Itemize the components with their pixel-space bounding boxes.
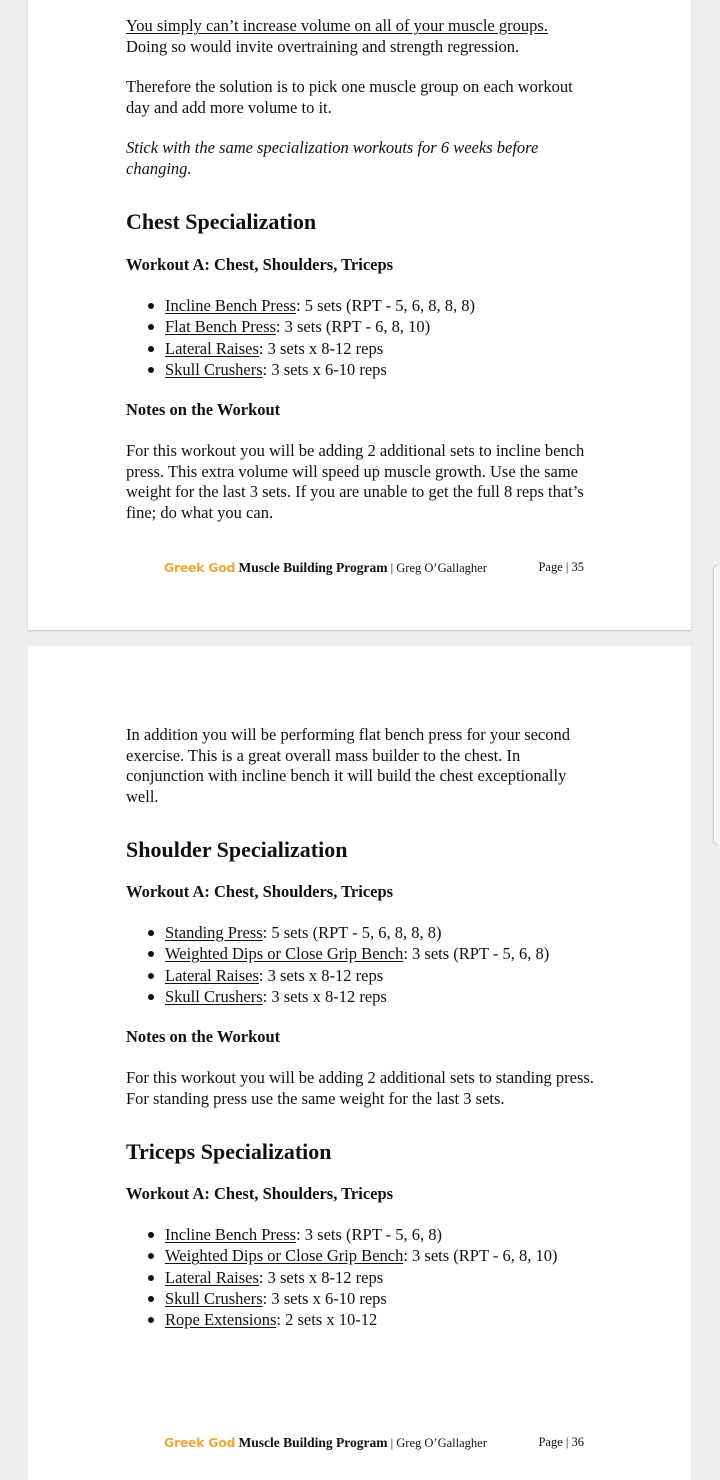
page-36-content: In addition you will be performing flat … — [126, 725, 596, 1331]
page-35-content: You simply can’t increase volume on all … — [126, 16, 596, 523]
list-item: Flat Bench Press: 3 sets (RPT - 6, 8, 10… — [126, 316, 596, 337]
chest-notes-paragraph: For this workout you will be adding 2 ad… — [126, 441, 585, 522]
exercise-link[interactable]: Skull Crushers — [165, 360, 263, 379]
list-item: Lateral Raises: 3 sets x 8-12 reps — [126, 965, 596, 986]
exercise-link[interactable]: Standing Press — [165, 923, 263, 942]
exercise-link[interactable]: Flat Bench Press — [165, 317, 276, 336]
triceps-section-title: Triceps Specialization — [126, 1139, 332, 1165]
exercise-link[interactable]: Incline Bench Press — [165, 1225, 296, 1244]
page-number: Page | 35 — [538, 560, 584, 574]
intro-paragraph: You simply can’t increase volume on all … — [126, 16, 596, 57]
shoulder-notes-paragraph: For this workout you will be adding 2 ad… — [126, 1068, 594, 1108]
document-page-36: In addition you will be performing flat … — [28, 646, 691, 1480]
author-name: | Greg O’Gallagher — [387, 561, 487, 575]
exercise-detail: : 3 sets (RPT - 6, 8, 10) — [403, 1246, 558, 1266]
document-page-35: You simply can’t increase volume on all … — [28, 0, 691, 630]
intro-underlined-text: You simply can’t increase volume on all … — [126, 16, 548, 35]
list-item: Lateral Raises: 3 sets x 8-12 reps — [126, 338, 596, 359]
list-item: Skull Crushers: 3 sets x 6-10 reps — [126, 359, 596, 380]
chest-section-title: Chest Specialization — [126, 209, 317, 234]
brand-logo-text: Greek God — [164, 560, 236, 575]
shoulder-notes-title: Notes on the Workout — [126, 1027, 281, 1047]
exercise-link[interactable]: Skull Crushers — [165, 987, 263, 1006]
exercise-link[interactable]: Lateral Raises — [165, 1268, 259, 1287]
list-item: Weighted Dips or Close Grip Bench: 3 set… — [126, 943, 596, 964]
exercise-detail: : 3 sets (RPT - 6, 8, 10) — [275, 317, 431, 337]
page-footer: Greek God Muscle Building Program | Greg… — [164, 1435, 584, 1451]
shoulder-section-title: Shoulder Specialization — [126, 837, 348, 862]
exercise-detail: : 3 sets (RPT - 5, 6, 8) — [403, 944, 550, 964]
fast-scroll-handle[interactable] — [714, 565, 720, 845]
exercise-link[interactable]: Weighted Dips or Close Grip Bench — [165, 944, 403, 963]
list-item: Incline Bench Press: 3 sets (RPT - 5, 6,… — [126, 1224, 596, 1245]
flat-bench-paragraph: In addition you will be performing flat … — [126, 725, 571, 806]
triceps-workout-title: Workout A: Chest, Shoulders, Triceps — [126, 1184, 394, 1204]
exercise-detail: : 3 sets (RPT - 5, 6, 8) — [296, 1225, 442, 1245]
list-item: Lateral Raises: 3 sets x 8-12 reps — [126, 1267, 596, 1288]
exercise-detail: : 3 sets x 8-12 reps — [258, 1267, 384, 1287]
exercise-detail: : 3 sets x 8-12 reps — [258, 338, 384, 358]
exercise-detail: : 2 sets x 10-12 — [276, 1310, 378, 1330]
brand-logo-text: Greek God — [164, 1435, 236, 1450]
exercise-detail: : 5 sets (RPT - 5, 6, 8, 8, 8) — [296, 296, 475, 315]
exercise-link[interactable]: Weighted Dips or Close Grip Bench — [165, 1246, 403, 1265]
stick-note-paragraph: Stick with the same specialization worko… — [126, 138, 539, 178]
exercise-detail: : 3 sets x 8-12 reps — [262, 986, 387, 1006]
program-title: Muscle Building Program — [238, 560, 388, 575]
exercise-detail: : 5 sets (RPT - 5, 6, 8, 8, 8) — [262, 923, 442, 942]
intro-rest-text: Doing so would invite overtraining and s… — [126, 36, 520, 56]
exercise-detail: : 3 sets x 6-10 reps — [262, 1289, 387, 1309]
exercise-link[interactable]: Rope Extensions — [165, 1310, 276, 1329]
shoulder-exercise-list: Standing Press: 5 sets (RPT - 5, 6, 8, 8… — [126, 922, 596, 1007]
page-footer: Greek God Muscle Building Program | Greg… — [164, 560, 584, 576]
shoulder-workout-title: Workout A: Chest, Shoulders, Triceps — [126, 882, 394, 901]
exercise-link[interactable]: Skull Crushers — [165, 1289, 263, 1308]
exercise-link[interactable]: Lateral Raises — [165, 966, 259, 985]
list-item: Incline Bench Press: 5 sets (RPT - 5, 6,… — [126, 295, 596, 316]
list-item: Skull Crushers: 3 sets x 8-12 reps — [126, 986, 596, 1007]
exercise-detail: : 3 sets x 8-12 reps — [258, 965, 384, 985]
exercise-detail: : 3 sets x 6-10 reps — [262, 359, 387, 379]
exercise-link[interactable]: Incline Bench Press — [165, 296, 296, 315]
list-item: Skull Crushers: 3 sets x 6-10 reps — [126, 1288, 596, 1309]
solution-paragraph: Therefore the solution is to pick one mu… — [126, 77, 573, 117]
program-title: Muscle Building Program — [238, 1435, 388, 1450]
list-item: Standing Press: 5 sets (RPT - 5, 6, 8, 8… — [126, 922, 596, 943]
list-item: Weighted Dips or Close Grip Bench: 3 set… — [126, 1245, 596, 1266]
author-name: | Greg O’Gallagher — [387, 1436, 487, 1450]
chest-notes-title: Notes on the Workout — [126, 400, 281, 420]
triceps-exercise-list: Incline Bench Press: 3 sets (RPT - 5, 6,… — [126, 1224, 596, 1330]
page-number: Page | 36 — [538, 1435, 584, 1449]
exercise-link[interactable]: Lateral Raises — [165, 339, 259, 358]
list-item: Rope Extensions: 2 sets x 10-12 — [126, 1309, 596, 1330]
chest-exercise-list: Incline Bench Press: 5 sets (RPT - 5, 6,… — [126, 295, 596, 380]
chest-workout-title: Workout A: Chest, Shoulders, Triceps — [126, 255, 394, 274]
